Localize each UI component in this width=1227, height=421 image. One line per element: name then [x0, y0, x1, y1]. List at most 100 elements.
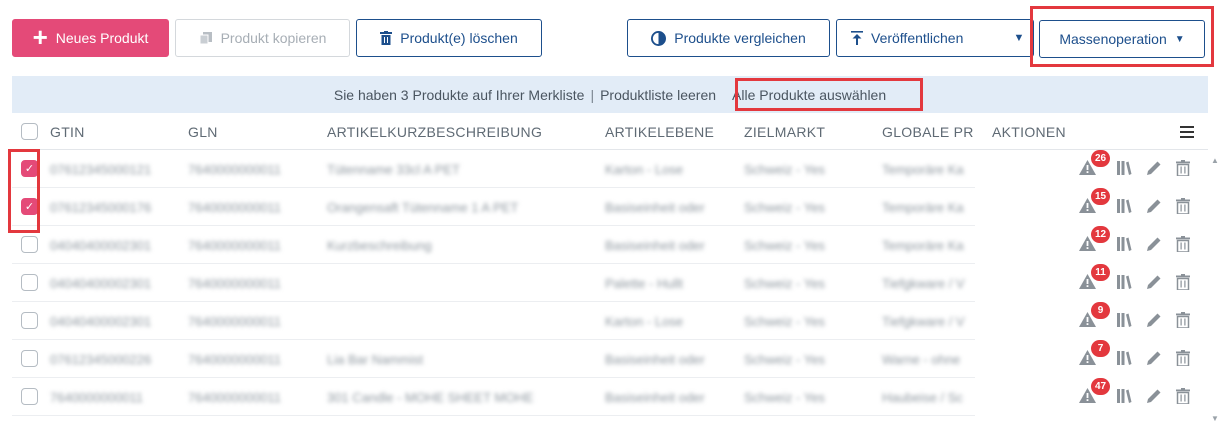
warning-button[interactable]: 47 [1079, 378, 1110, 406]
edit-button[interactable] [1146, 274, 1162, 293]
warning-button[interactable]: 11 [1079, 264, 1110, 292]
column-header-description[interactable]: ARTIKELKURZBESCHREIBUNG [327, 113, 597, 150]
row-checkbox[interactable] [21, 274, 38, 291]
compare-products-button[interactable]: Produkte vergleichen [627, 19, 830, 57]
table-row[interactable]: 04040400002301 7640000000011 Kurzbeschre… [12, 226, 1208, 264]
row-checkbox[interactable] [21, 350, 38, 367]
edit-button[interactable] [1146, 160, 1162, 179]
edit-button[interactable] [1146, 388, 1162, 407]
column-header-level[interactable]: ARTIKELEBENE [605, 113, 735, 150]
row-actions: 15 [975, 188, 1208, 226]
clear-list-link[interactable]: Produktliste leeren [600, 87, 716, 103]
cell-gln: 7640000000011 [188, 161, 282, 177]
delete-button[interactable] [1176, 273, 1190, 293]
scroll-down-arrow[interactable]: ▼ [1211, 414, 1219, 421]
warning-button[interactable]: 26 [1079, 150, 1110, 178]
warning-button[interactable]: 7 [1079, 340, 1110, 368]
library-button[interactable] [1116, 236, 1132, 255]
table-row[interactable]: 04040400002301 7640000000011 Karton - Lo… [12, 302, 1208, 340]
new-product-button[interactable]: + Neues Produkt [12, 19, 169, 57]
table-row[interactable]: 7640000000011 7640000000011 301 Candle -… [12, 378, 1208, 416]
library-icon [1116, 198, 1132, 217]
row-checkbox[interactable] [21, 236, 38, 253]
cell-gln: 7640000000011 [188, 313, 282, 329]
cell-gln: 7640000000011 [188, 389, 282, 405]
delete-button[interactable] [1176, 197, 1190, 217]
library-button[interactable] [1116, 160, 1132, 179]
column-menu-icon[interactable] [1180, 125, 1194, 141]
pencil-icon [1146, 198, 1162, 217]
warning-button[interactable]: 12 [1079, 226, 1110, 254]
cell-gtin: 04040400002301 [50, 275, 152, 291]
cell-gtin: 04040400002301 [50, 237, 152, 253]
column-header-gtin[interactable]: GTIN [50, 113, 180, 150]
row-checkbox[interactable] [21, 312, 38, 329]
delete-products-button[interactable]: Produkt(e) löschen [356, 19, 542, 57]
library-button[interactable] [1116, 388, 1132, 407]
scroll-up-arrow[interactable]: ▲ [1211, 156, 1219, 165]
cell-gtin: 04040400002301 [50, 313, 152, 329]
library-button[interactable] [1116, 312, 1132, 331]
column-header-gln[interactable]: GLN [188, 113, 318, 150]
cell-level: Basiseinheit oder [605, 389, 705, 405]
cell-description: 301 Candle - MOHE SHEET MOHE [327, 389, 534, 405]
select-all-link[interactable]: Alle Produkte auswählen [732, 87, 886, 103]
column-header-target-market[interactable]: ZIELMARKT [744, 113, 874, 150]
check-icon: ✓ [24, 163, 35, 175]
contrast-icon [651, 30, 667, 46]
pencil-icon [1146, 350, 1162, 369]
cell-target-market: Schweiz - Yes [744, 313, 825, 329]
row-checkbox[interactable]: ✓ [21, 160, 38, 177]
table-row[interactable]: ✓ 07612345000176 7640000000011 Orangensa… [12, 188, 1208, 226]
delete-products-label: Produkt(e) löschen [400, 30, 518, 46]
trash-icon [1176, 235, 1190, 255]
edit-button[interactable] [1146, 236, 1162, 255]
row-actions: 47 [975, 378, 1208, 416]
row-checkbox[interactable]: ✓ [21, 198, 38, 215]
warning-button[interactable]: 9 [1079, 302, 1110, 330]
delete-button[interactable] [1176, 349, 1190, 369]
delete-button[interactable] [1176, 387, 1190, 407]
table-body: ✓ 07612345000121 7640000000011 Tütenname… [12, 150, 1208, 416]
copy-product-button[interactable]: Produkt kopieren [175, 19, 350, 57]
cell-gln: 7640000000011 [188, 351, 282, 367]
cell-target-market: Schweiz - Yes [744, 161, 825, 177]
delete-button[interactable] [1176, 159, 1190, 179]
cell-level: Basiseinheit oder [605, 237, 705, 253]
library-button[interactable] [1116, 274, 1132, 293]
row-actions: 26 [975, 150, 1208, 188]
cell-level: Karton - Lose [605, 161, 684, 177]
delete-button[interactable] [1176, 311, 1190, 331]
table-row[interactable]: 04040400002301 7640000000011 Palette - H… [12, 264, 1208, 302]
table-row[interactable]: 07612345000226 7640000000011 Lia Bar Nam… [12, 340, 1208, 378]
watchlist-infobar: Sie haben 3 Produkte auf Ihrer Merkliste… [12, 76, 1208, 113]
compare-products-label: Produkte vergleichen [674, 30, 806, 46]
delete-button[interactable] [1176, 235, 1190, 255]
mass-operation-dropdown[interactable]: Massenoperation ▼ [1039, 20, 1205, 58]
cell-gln: 7640000000011 [188, 275, 282, 291]
cell-level: Basiseinheit oder [605, 351, 705, 367]
column-header-global[interactable]: GLOBALE PR [882, 113, 977, 150]
select-all-checkbox[interactable] [21, 123, 38, 140]
pencil-icon [1146, 274, 1162, 293]
publish-caret-button[interactable]: ▼ [1004, 19, 1034, 57]
table-row[interactable]: ✓ 07612345000121 7640000000011 Tütenname… [12, 150, 1208, 188]
row-checkbox[interactable] [21, 388, 38, 405]
trash-icon [1176, 159, 1190, 179]
library-button[interactable] [1116, 350, 1132, 369]
cell-global: Haubeise / Sc [882, 389, 963, 405]
library-icon [1116, 236, 1132, 255]
library-icon [1116, 350, 1132, 369]
row-actions: 9 [975, 302, 1208, 340]
cell-description: Orangensaft Tütenname 1 A PET [327, 199, 519, 215]
library-button[interactable] [1116, 198, 1132, 217]
trash-icon [1176, 273, 1190, 293]
cell-description [327, 302, 597, 340]
edit-button[interactable] [1146, 198, 1162, 217]
cell-target-market: Schweiz - Yes [744, 237, 825, 253]
edit-button[interactable] [1146, 350, 1162, 369]
cell-target-market: Schweiz - Yes [744, 389, 825, 405]
cell-gtin: 07612345000176 [50, 199, 152, 215]
warning-button[interactable]: 15 [1079, 188, 1110, 216]
edit-button[interactable] [1146, 312, 1162, 331]
